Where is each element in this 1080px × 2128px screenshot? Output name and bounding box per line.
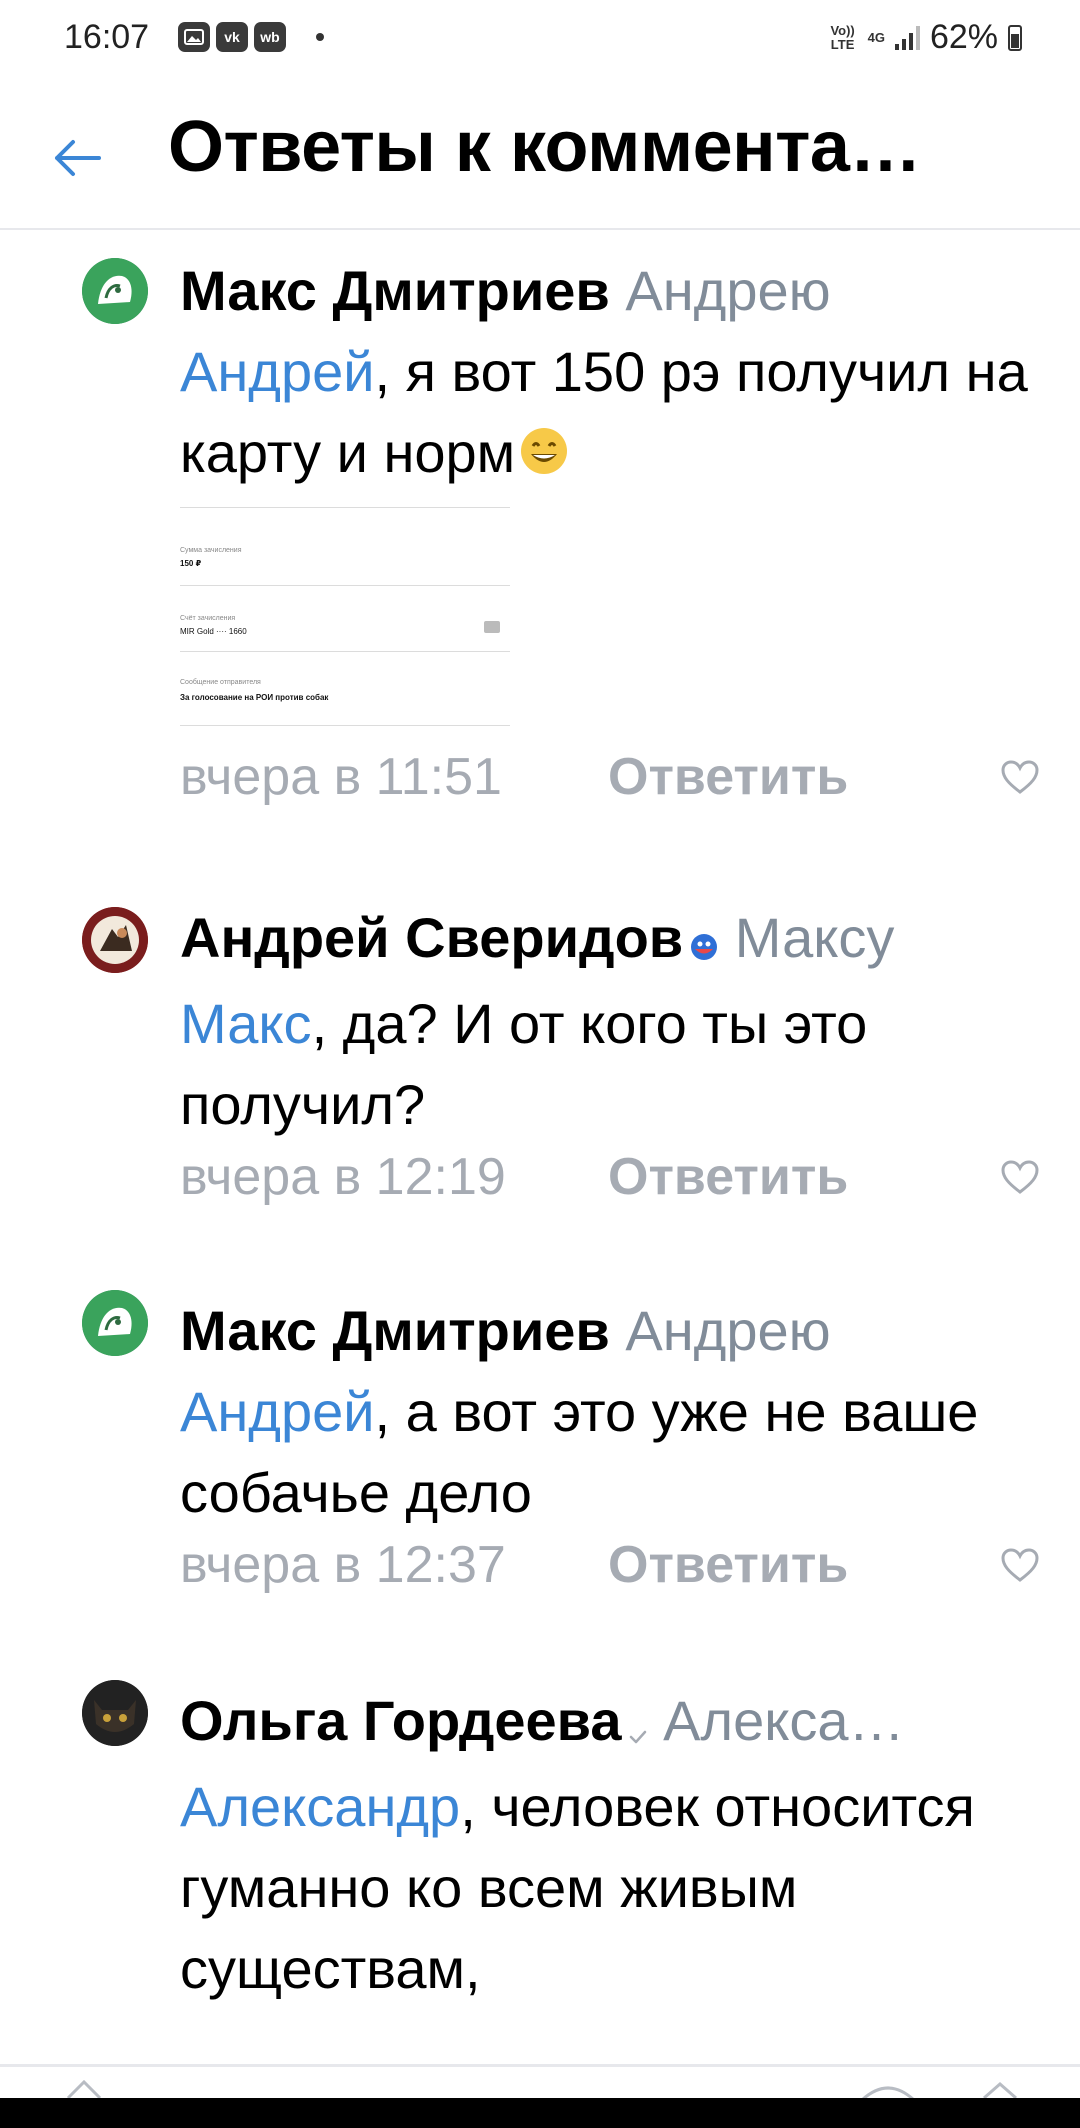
comment-mention[interactable]: Макс <box>180 992 312 1055</box>
comment-author[interactable]: Макс Дмитриев <box>180 1299 610 1362</box>
receipt-divider <box>180 585 510 586</box>
receipt-value: За голосование на РОИ против собак <box>180 693 329 702</box>
card-icon <box>484 621 500 633</box>
status-time: 16:07 <box>64 18 150 56</box>
comment-meta: вчера в 12:37 Ответить <box>180 1535 1040 1605</box>
receipt-divider <box>180 725 510 726</box>
reply-button[interactable]: Ответить <box>608 1535 848 1595</box>
comment-mention[interactable]: Андрей <box>180 1380 375 1443</box>
bottom-divider-line <box>0 2064 1080 2067</box>
receipt-value: 150 ₽ <box>180 559 202 568</box>
vk-icon: vk <box>216 22 248 52</box>
checkmark-icon <box>628 1685 648 1766</box>
chevron-up-icon[interactable] <box>64 2076 104 2100</box>
comment-text: Макс Дмитриев Андрею Андрей, а вот это у… <box>180 1290 1040 1533</box>
comment-text: Андрей Сверидов Максу Макс, да? И от ког… <box>180 897 1040 1145</box>
header: Ответы к коммента… <box>0 80 1080 230</box>
comment-meta: вчера в 11:51 Ответить <box>180 747 1040 817</box>
comment-time: вчера в 11:51 <box>180 748 502 806</box>
comment-reply-to[interactable]: Алекса… <box>663 1689 904 1752</box>
wb-icon: wb <box>254 22 286 52</box>
receipt-label: Сумма зачисления <box>180 547 242 554</box>
comment-body: Ольга Гордеева Алекса… Александр, челове… <box>180 1680 1040 2009</box>
comment-mention[interactable]: Александр <box>180 1775 460 1838</box>
comment-mention[interactable]: Андрей <box>180 340 375 403</box>
network-type-indicator: 4G <box>867 29 885 45</box>
avatar[interactable] <box>82 907 148 973</box>
comment-author[interactable]: Андрей Сверидов <box>180 906 683 969</box>
comment-text: Ольга Гордеева Алекса… Александр, челове… <box>180 1680 1040 2009</box>
receipt-divider <box>180 507 510 508</box>
status-right: Vo)) LTE 4G 62% <box>828 18 1022 57</box>
comment-author[interactable]: Ольга Гордеева <box>180 1689 622 1752</box>
reply-button[interactable]: Ответить <box>608 747 848 807</box>
comment-meta: вчера в 12:19 Ответить <box>180 1147 1040 1217</box>
comment-body: Макс Дмитриев Андрею Андрей, я вот 150 р… <box>180 250 1040 817</box>
comment-author[interactable]: Макс Дмитриев <box>180 259 610 322</box>
back-button[interactable] <box>36 118 116 198</box>
heart-icon[interactable] <box>1000 1159 1040 1195</box>
comment-reply-to[interactable]: Максу <box>735 906 895 969</box>
avatar[interactable] <box>82 1290 148 1356</box>
receipt-value: MIR Gold ···· 1660 <box>180 627 247 636</box>
signal-icon <box>894 25 920 50</box>
comment-time: вчера в 12:37 <box>180 1536 506 1594</box>
compose-icon[interactable] <box>858 2076 918 2100</box>
receipt-label: Сообщение отправителя <box>180 679 261 686</box>
receipt-label: Счёт зачисления <box>180 615 236 622</box>
smile-emoji-icon <box>519 416 569 497</box>
page-title: Ответы к коммента… <box>168 107 921 187</box>
reply-button[interactable]: Ответить <box>608 1147 848 1207</box>
send-icon[interactable] <box>980 2076 1020 2100</box>
avatar[interactable] <box>82 1680 148 1746</box>
comment-body: Андрей Сверидов Максу Макс, да? И от ког… <box>180 897 1040 1217</box>
battery-icon <box>1008 24 1022 51</box>
comment-time: вчера в 12:19 <box>180 1147 506 1206</box>
comment-text: Макс Дмитриев Андрею Андрей, я вот 150 р… <box>180 250 1040 497</box>
heart-icon[interactable] <box>1000 759 1040 795</box>
comment-body: Макс Дмитриев Андрею Андрей, а вот это у… <box>180 1290 1040 1605</box>
heart-icon[interactable] <box>1000 1547 1040 1583</box>
gallery-icon <box>178 22 210 52</box>
volte-indicator: Vo)) LTE <box>830 22 855 52</box>
battery-percent: 62% <box>929 18 998 56</box>
screen: 16:07 vk wb Vo)) LTE 4G 62% Ответы к ком… <box>0 0 1080 2128</box>
avatar[interactable] <box>82 258 148 324</box>
receipt-divider <box>180 651 510 652</box>
status-notification-icons: vk wb <box>178 22 324 52</box>
donut-badge-icon <box>689 902 719 983</box>
status-bar: 16:07 vk wb Vo)) LTE 4G 62% <box>0 0 1080 80</box>
receipt-attachment[interactable]: Сумма зачисления 150 ₽ Счёт зачисления M… <box>180 503 510 733</box>
arrow-left-icon <box>55 140 101 176</box>
comment-reply-to[interactable]: Андрею <box>625 259 830 322</box>
system-navigation-bar <box>0 2098 1080 2128</box>
comment-reply-to[interactable]: Андрею <box>625 1299 830 1362</box>
notification-dot-icon <box>316 33 324 41</box>
